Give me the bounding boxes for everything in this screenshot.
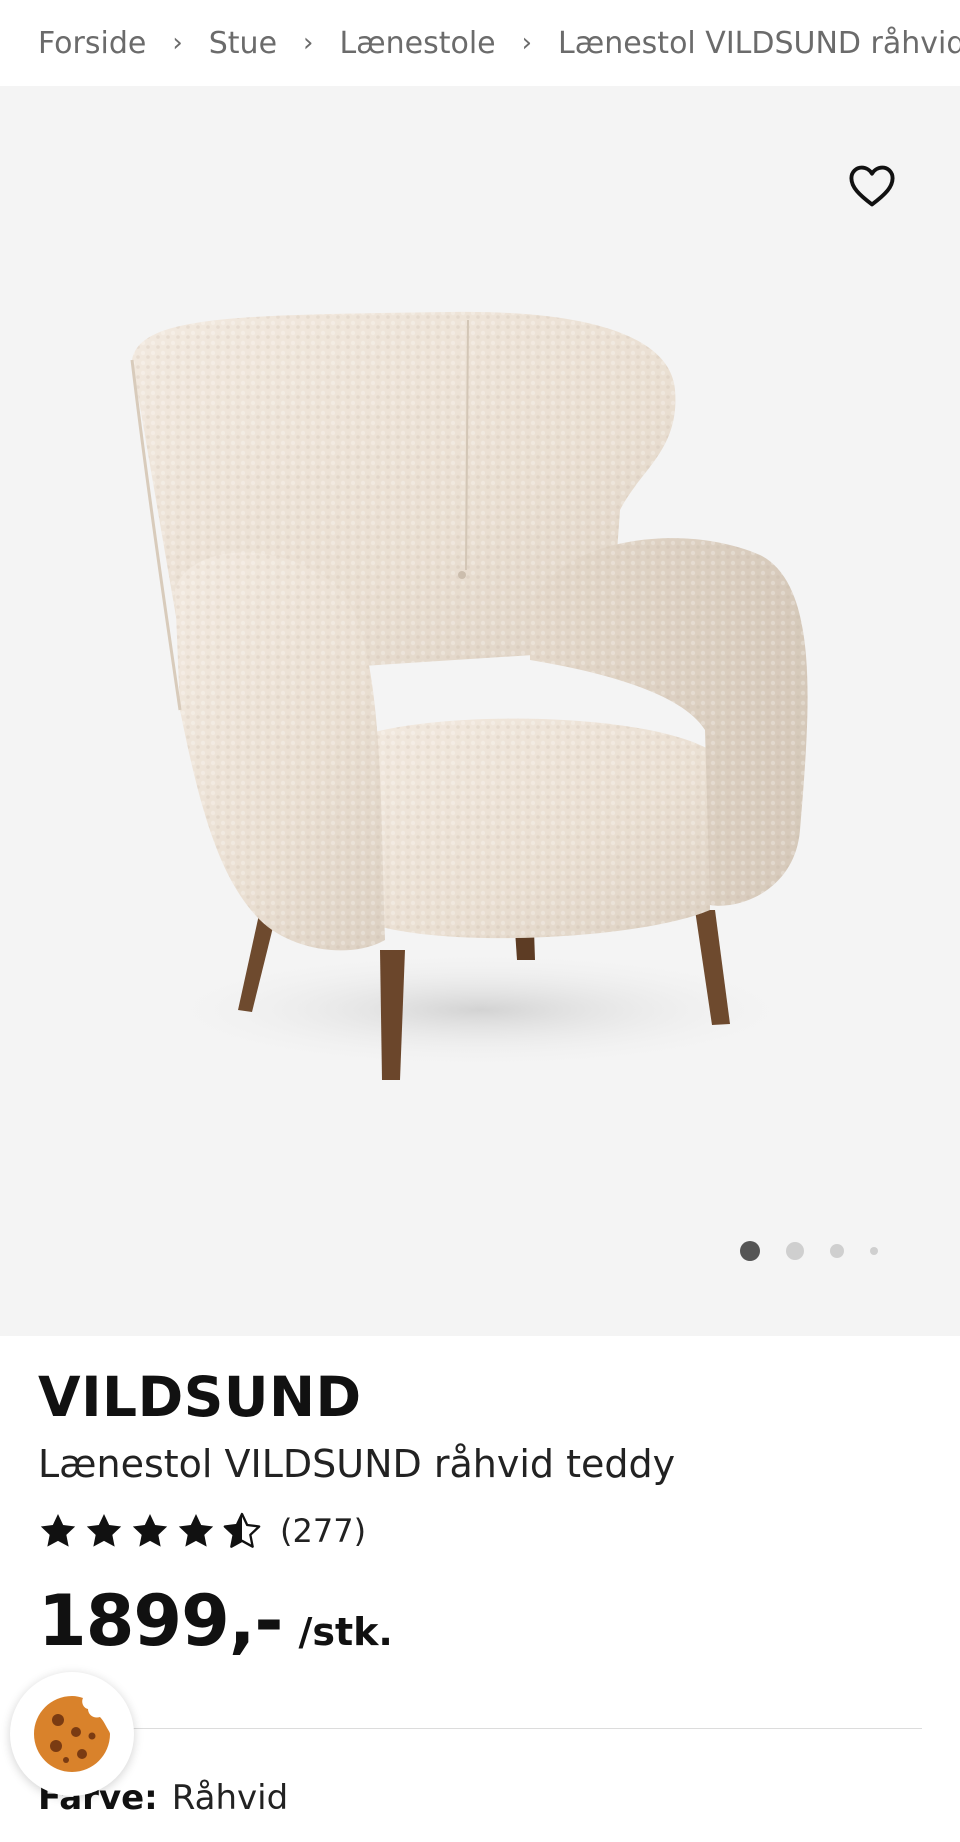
product-brand: VILDSUND: [38, 1365, 362, 1429]
review-count[interactable]: (277): [280, 1512, 366, 1550]
product-rating[interactable]: (277): [38, 1508, 922, 1554]
product-info: VILDSUND Lænestol VILDSUND råhvid teddy …: [38, 1336, 922, 1662]
breadcrumb-item-forside[interactable]: Forside: [38, 26, 146, 61]
star-half-icon: [223, 1512, 261, 1548]
price-unit: /stk.: [298, 1610, 393, 1654]
divider: [38, 1728, 922, 1729]
product-image: [130, 311, 810, 1080]
star-filled-icon: [178, 1514, 214, 1547]
gallery-pagination: [740, 1240, 878, 1262]
breadcrumb-item-stue[interactable]: Stue: [209, 26, 277, 61]
rating-stars: [38, 1511, 262, 1551]
cookie-icon: [34, 1696, 110, 1772]
gallery-dot-4[interactable]: [870, 1247, 878, 1255]
breadcrumb: Forside › Stue › Lænestole › Lænestol VI…: [0, 0, 960, 86]
chevron-right-icon: ›: [303, 28, 314, 58]
cookie-settings-button[interactable]: [10, 1672, 134, 1796]
gallery-dot-1[interactable]: [740, 1241, 760, 1261]
product-price: 1899,-: [38, 1580, 283, 1662]
star-filled-icon: [86, 1514, 122, 1547]
product-name: Lænestol VILDSUND råhvid teddy: [38, 1442, 676, 1486]
gallery-dot-2[interactable]: [786, 1242, 804, 1260]
heart-outline-icon[interactable]: [846, 160, 898, 212]
gallery-dot-3[interactable]: [830, 1244, 844, 1258]
chevron-right-icon: ›: [172, 28, 183, 58]
star-filled-icon: [40, 1514, 76, 1547]
breadcrumb-current: Lænestol VILDSUND råhvid te: [558, 25, 960, 61]
breadcrumb-item-laenestole[interactable]: Lænestole: [339, 26, 495, 61]
chevron-right-icon: ›: [521, 28, 533, 58]
color-value: Råhvid: [171, 1778, 289, 1818]
star-filled-icon: [132, 1514, 168, 1547]
price-row: 1899,- /stk.: [38, 1580, 922, 1662]
